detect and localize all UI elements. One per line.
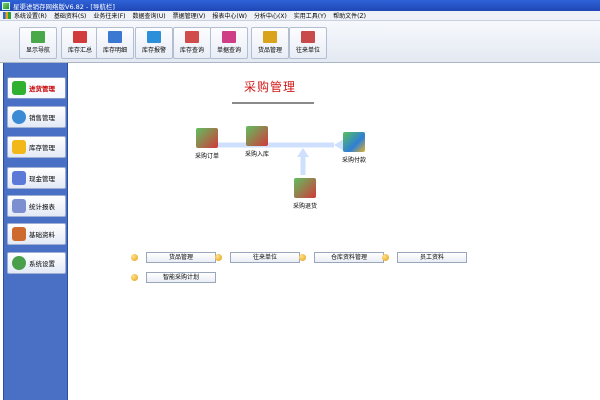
main-panel: 采购管理 采购订单 采购入库 采购付款 采购退货 货品管理 往来单位 仓库资料管… (72, 63, 600, 400)
module-smart-purchase-plan[interactable]: 智能采购计划 (131, 271, 216, 283)
module-partners[interactable]: 往来单位 (215, 251, 300, 263)
stock-detail-button[interactable]: 库存明细 (96, 27, 134, 59)
summary-icon (73, 31, 87, 43)
query-icon (185, 31, 199, 43)
sidebar-item-label: 统计报表 (29, 203, 55, 211)
menu-bar: 系统设置(R) 基础资料(S) 业务往来(F) 数据查询(U) 票据管理(V) … (0, 11, 600, 21)
toolbar-label: 显示导航 (25, 47, 50, 54)
module-button-label[interactable]: 员工资料 (397, 251, 467, 263)
flow-label: 采购入库 (244, 151, 269, 158)
module-button-label[interactable]: 往来单位 (230, 251, 300, 263)
app-window: 星渠进销存网络版V6.82 - [导航栏] 系统设置(R) 基础资料(S) 业务… (0, 0, 600, 400)
detail-icon (108, 31, 122, 43)
menu-data-query[interactable]: 数据查询(U) (133, 11, 166, 20)
purchase-inbound-icon (246, 126, 268, 146)
purchase-payment-icon (343, 132, 365, 152)
map-icon (31, 31, 45, 43)
sidebar-item-cash[interactable]: 现金管理 (7, 167, 66, 189)
toolbar-label: 单据查询 (216, 47, 241, 54)
stock-alarm-button[interactable]: 库存报警 (135, 27, 173, 59)
menu-reports[interactable]: 报表中心(W) (212, 11, 247, 20)
module-button-label[interactable]: 仓库资料管理 (314, 251, 384, 263)
module-button-label[interactable]: 智能采购计划 (146, 271, 216, 283)
flow-purchase-return[interactable]: 采购退货 (280, 178, 330, 210)
sidebar-item-label: 库存管理 (29, 144, 55, 152)
module-staff[interactable]: 员工资料 (382, 251, 467, 263)
toolbar-label: 库存报警 (141, 47, 166, 54)
tools-icon (12, 227, 26, 241)
flow-label: 采购付款 (341, 157, 366, 164)
sidebar-item-purchase[interactable]: 进货管理 (7, 77, 66, 99)
sidebar-item-basic-data[interactable]: 基础资料 (7, 223, 66, 245)
sidebar-item-label: 进货管理 (29, 85, 55, 93)
toolbar-label: 往来单位 (295, 47, 320, 54)
stock-query-button[interactable]: 库存查询 (173, 27, 211, 59)
toolbar-label: 库存明细 (102, 47, 127, 54)
partner-icon (301, 31, 315, 43)
cash-icon (12, 171, 26, 185)
bullet-icon (131, 273, 138, 281)
flow-label: 采购订单 (194, 153, 219, 160)
sidebar-item-label: 基础资料 (29, 231, 55, 239)
menu-help[interactable]: 帮助文件(Z) (333, 11, 366, 20)
menu-business[interactable]: 业务往来(F) (93, 11, 125, 20)
module-button-label[interactable]: 货品管理 (146, 251, 216, 263)
stock-summary-button[interactable]: 库存汇总 (61, 27, 99, 59)
flow-purchase-order[interactable]: 采购订单 (182, 128, 232, 160)
flow-purchase-payment[interactable]: 采购付款 (329, 132, 379, 164)
window-title: 星渠进销存网络版V6.82 - [导航栏] (13, 2, 115, 11)
toolbar-label: 库存汇总 (67, 47, 92, 54)
sidebar-item-settings[interactable]: 系统设置 (7, 252, 66, 274)
bullet-icon (382, 253, 389, 261)
sidebar-item-label: 销售管理 (29, 114, 55, 122)
module-warehouse[interactable]: 仓库资料管理 (299, 251, 384, 263)
sidebar-item-reports[interactable]: 统计报表 (7, 195, 66, 217)
sidebar-item-label: 现金管理 (29, 175, 55, 183)
toolbar-label: 货品管理 (257, 47, 282, 54)
toolbar: 显示导航 库存汇总 库存明细 库存报警 库存查询 单据查询 货品管理 往来单位 (0, 21, 600, 63)
goods-management-button[interactable]: 货品管理 (251, 27, 289, 59)
flow-purchase-inbound[interactable]: 采购入库 (232, 126, 282, 158)
menu-tools[interactable]: 实用工具(Y) (294, 11, 326, 20)
module-goods-management[interactable]: 货品管理 (131, 251, 216, 263)
menu-system-settings[interactable]: 系统设置(R) (14, 11, 47, 20)
arrow-head-return (297, 148, 309, 157)
sidebar: 进货管理 销售管理 库存管理 现金管理 统计报表 基础资料 系统设置 (3, 63, 68, 400)
document-query-button[interactable]: 单据查询 (210, 27, 248, 59)
menu-analysis[interactable]: 分析中心(X) (254, 11, 287, 20)
menu-documents[interactable]: 票据管理(V) (173, 11, 206, 20)
globe-icon (12, 110, 26, 124)
star-icon (12, 140, 26, 154)
bullet-icon (131, 253, 138, 261)
app-logo-icon (2, 1, 10, 10)
goods-icon (263, 31, 277, 43)
menu-bar-icon (3, 12, 11, 19)
sidebar-item-label: 系统设置 (29, 260, 55, 268)
plus-icon (12, 81, 26, 95)
purchase-order-icon (196, 128, 218, 148)
partner-button[interactable]: 往来单位 (289, 27, 327, 59)
purchase-return-icon (294, 178, 316, 198)
show-nav-button[interactable]: 显示导航 (19, 27, 57, 59)
flow-arrows (218, 139, 344, 175)
document-icon (222, 31, 236, 43)
alarm-icon (147, 31, 161, 43)
flow-label: 采购退货 (292, 203, 317, 210)
sidebar-item-inventory[interactable]: 库存管理 (7, 136, 66, 158)
gear-icon (12, 256, 26, 270)
bullet-icon (215, 253, 222, 261)
bullet-icon (299, 253, 306, 261)
report-icon (12, 199, 26, 213)
sidebar-item-sales[interactable]: 销售管理 (7, 106, 66, 128)
title-bar: 星渠进销存网络版V6.82 - [导航栏] (0, 0, 600, 11)
menu-basic-data[interactable]: 基础资料(S) (54, 11, 87, 20)
toolbar-label: 库存查询 (179, 47, 204, 54)
